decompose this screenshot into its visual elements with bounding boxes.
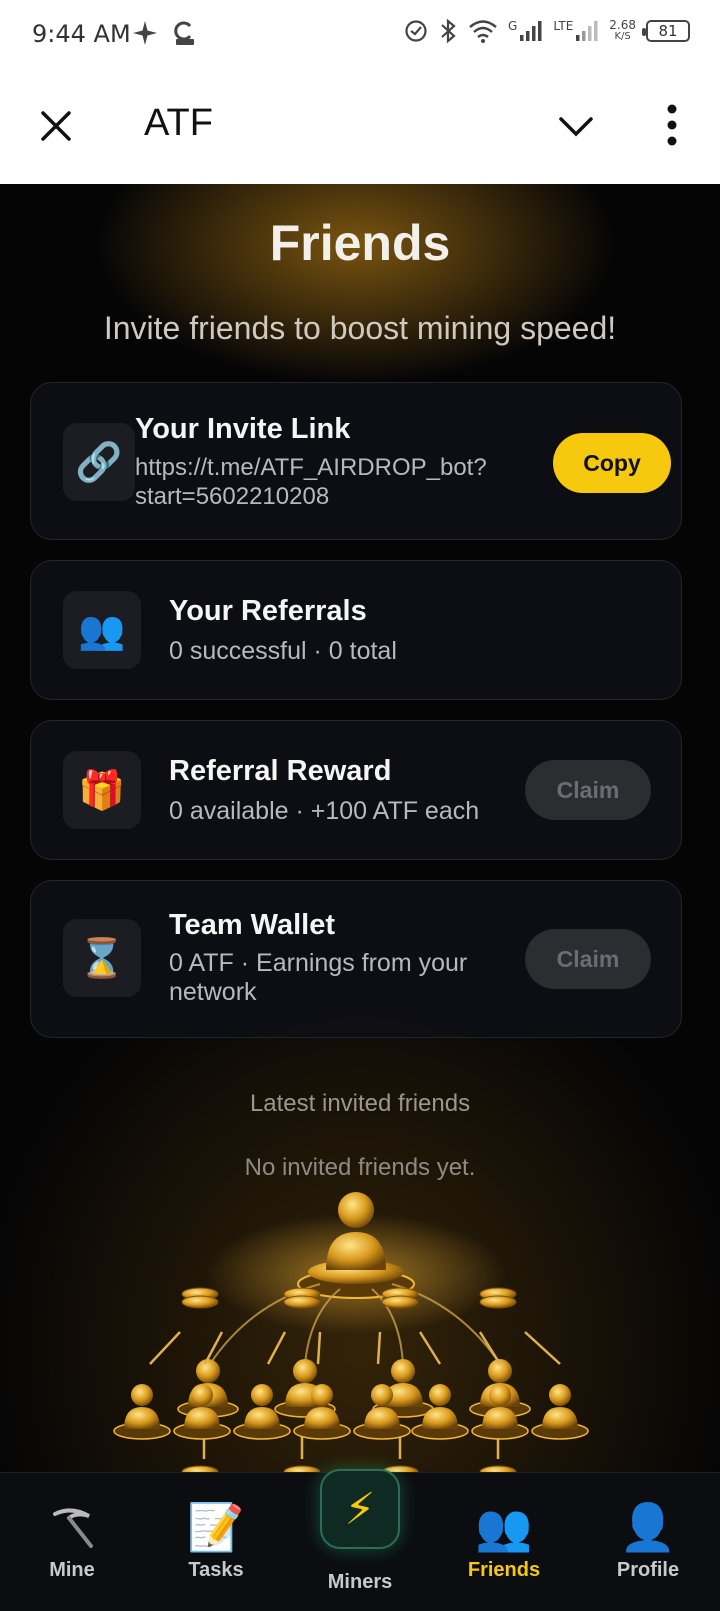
- memo-icon: 📝: [187, 1499, 245, 1554]
- nav-item-friends[interactable]: 👥 Friends: [432, 1473, 576, 1611]
- team-wallet-earnings-line1: 0 ATF · Earnings from your: [169, 949, 468, 977]
- nav-item-profile[interactable]: 👤 Profile: [576, 1473, 720, 1611]
- nav-item-miners[interactable]: ⚡ Miners: [288, 1469, 432, 1611]
- signal-icon: [520, 21, 542, 41]
- more-vertical-icon[interactable]: [660, 102, 684, 148]
- sparkle-icon: [133, 21, 157, 45]
- status-left-icons: [132, 20, 198, 46]
- referrals-stats: 0 successful · 0 total: [169, 637, 397, 665]
- app-title: ATF: [144, 102, 213, 144]
- latest-friends-label: Latest invited friends: [249, 1090, 471, 1117]
- app-header: ATF: [0, 72, 720, 184]
- people-icon: 👥: [475, 1499, 533, 1554]
- status-time: 9:44 AM: [32, 20, 131, 48]
- invite-link-url-line1[interactable]: https://t.me/ATF_AIRDROP_bot?: [135, 453, 487, 482]
- team-wallet-card: ⌛ Team Wallet 0 ATF · Earnings from your…: [30, 880, 682, 1038]
- copy-button[interactable]: Copy: [553, 433, 671, 493]
- referrals-title: Your Referrals: [169, 595, 367, 627]
- nav-item-tasks[interactable]: 📝 Tasks: [144, 1473, 288, 1611]
- level-three-figures: [113, 1384, 589, 1440]
- lightning-icon: ⚡: [320, 1469, 400, 1549]
- people-icon: 👥: [63, 591, 141, 669]
- invite-link-url-line2[interactable]: start=5602210208: [135, 482, 329, 511]
- signal-weak-icon: [576, 21, 598, 41]
- hourglass-icon: ⌛: [63, 919, 141, 997]
- wifi-icon: [469, 20, 497, 43]
- invite-link-title: Your Invite Link: [135, 413, 351, 445]
- link-icon: 🔗: [63, 423, 135, 501]
- invite-link-card: 🔗 Your Invite Link https://t.me/ATF_AIRD…: [30, 382, 682, 540]
- page-title: Friends: [269, 215, 451, 271]
- gift-icon: 🎁: [63, 751, 141, 829]
- nav-label-miners: Miners: [327, 1571, 393, 1593]
- nav-label-friends: Friends: [467, 1559, 541, 1581]
- referral-reward-card: 🎁 Referral Reward 0 available · +100 ATF…: [30, 720, 682, 860]
- signal-g: G: [508, 20, 543, 42]
- claim-reward-button[interactable]: Claim: [525, 760, 651, 820]
- bottom-nav: Mine 📝 Tasks ⚡ Miners 👥 Friends 👤 Profil…: [0, 1469, 720, 1611]
- person-icon: 👤: [619, 1499, 677, 1554]
- team-wallet-title: Team Wallet: [169, 909, 335, 941]
- friends-page: Friends Invite friends to boost mining s…: [0, 184, 720, 1472]
- chevron-down-icon[interactable]: [556, 110, 596, 142]
- referrals-card: 👥 Your Referrals 0 successful · 0 total: [30, 560, 682, 700]
- do-not-disturb-icon: [405, 20, 427, 42]
- close-icon[interactable]: [36, 106, 76, 146]
- referral-reward-stats: 0 available · +100 ATF each: [169, 797, 480, 825]
- nav-label-mine: Mine: [49, 1559, 95, 1581]
- nav-label-profile: Profile: [616, 1559, 680, 1581]
- app-notification-icon: [174, 21, 194, 45]
- bluetooth-icon: [441, 18, 456, 44]
- no-friends-message: No invited friends yet.: [244, 1154, 476, 1181]
- referral-tree-lower-illustration: [113, 1287, 589, 1440]
- team-wallet-earnings-line2: network: [169, 978, 257, 1006]
- pickaxe-icon: [0, 1499, 144, 1555]
- nav-item-mine[interactable]: Mine: [0, 1473, 144, 1611]
- page-subtitle: Invite friends to boost mining speed!: [103, 310, 617, 346]
- battery-level: 81: [658, 22, 678, 40]
- claim-team-wallet-button[interactable]: Claim: [525, 929, 651, 989]
- status-right-icons: G LTE 2.68 K/S 81: [404, 18, 690, 44]
- referral-reward-title: Referral Reward: [169, 755, 392, 787]
- battery-icon: 81: [642, 20, 690, 42]
- status-bar: 9:44 AM G LTE 2.68 K/S 81: [0, 0, 720, 72]
- signal-lte: LTE: [553, 20, 599, 42]
- network-speed: 2.68 K/S: [609, 18, 636, 42]
- nav-label-tasks: Tasks: [188, 1559, 244, 1581]
